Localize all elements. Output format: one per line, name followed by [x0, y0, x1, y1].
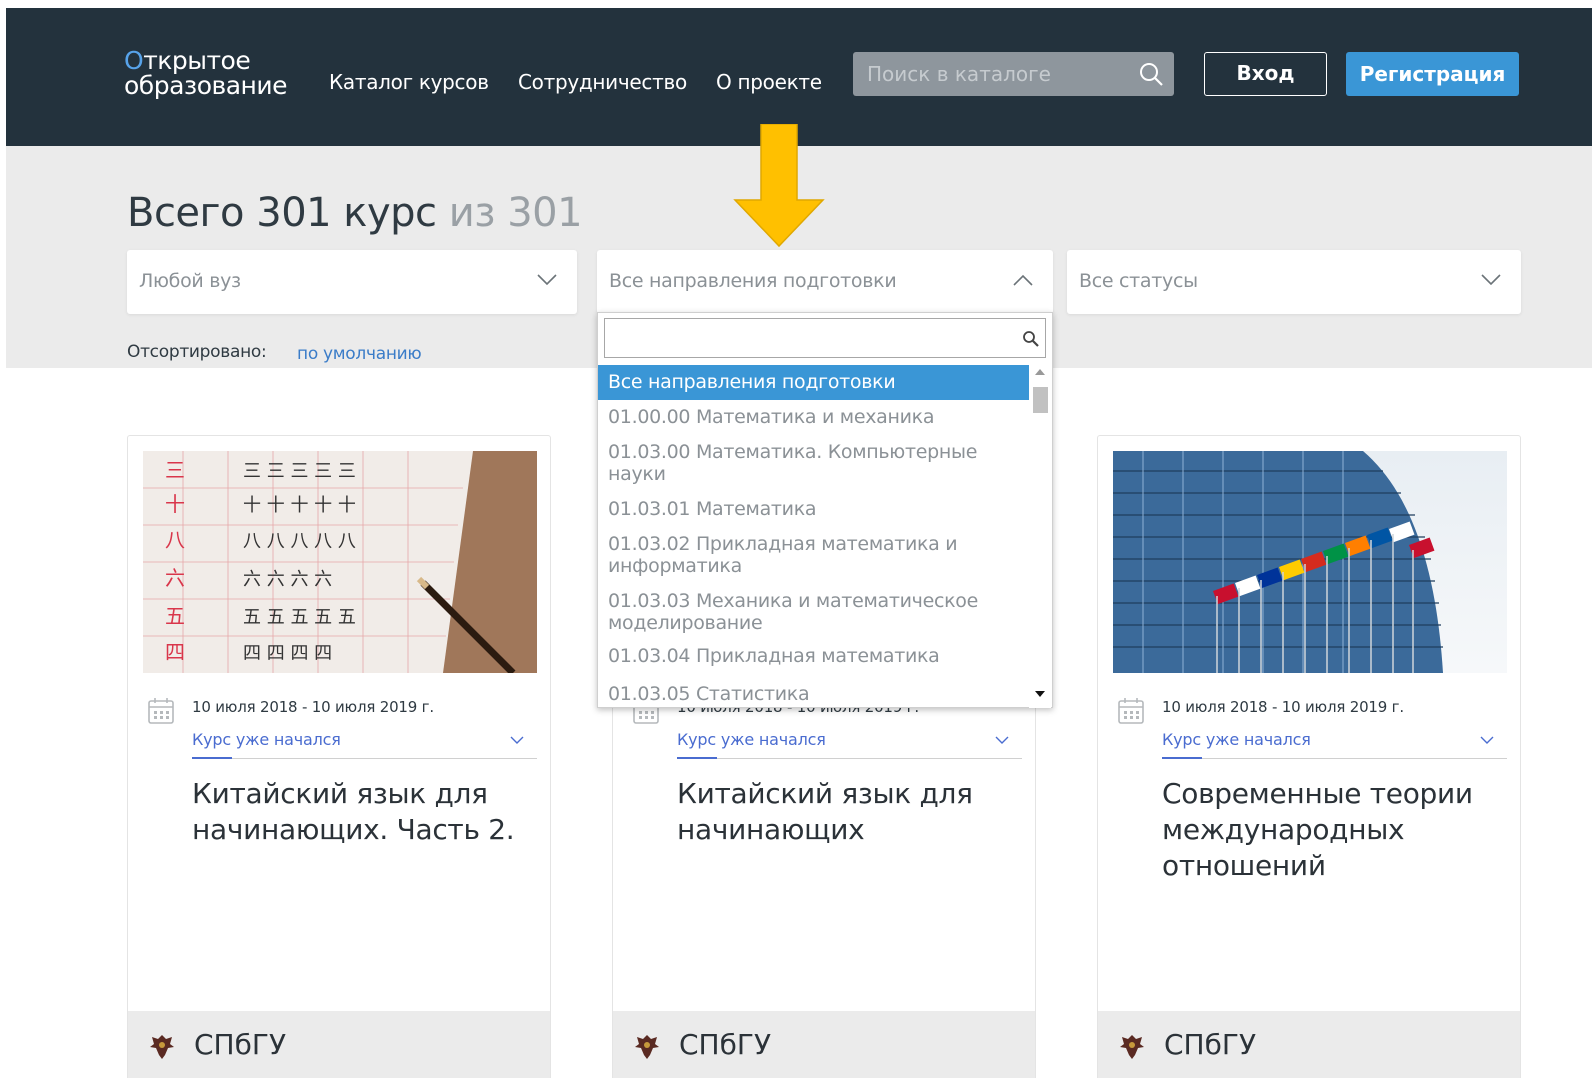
course-title[interactable]: Китайский язык для начинающих. Часть 2. [192, 776, 522, 848]
university-filter-value: Любой вуз [139, 270, 241, 292]
chevron-up-icon [1013, 274, 1033, 286]
dropdown-scrollbar[interactable] [1029, 365, 1051, 708]
scroll-down-arrow-icon[interactable] [1035, 691, 1045, 697]
university-emblem-icon [150, 1035, 174, 1059]
option-01-03-01[interactable]: 01.03.01 Математика [598, 492, 1029, 527]
course-dates: 10 июля 2018 - 10 июля 2019 г. [192, 698, 434, 716]
nav-cooperation-link[interactable]: Сотрудничество [518, 70, 687, 94]
course-footer: СПбГУ [128, 1011, 550, 1078]
svg-text:八: 八 [165, 528, 185, 552]
course-card[interactable]: 三十八 六五四 三 三 三 三 三 十 十 十 十 十 八 八 八 八 八 六 … [127, 435, 551, 1078]
option-01-00-00[interactable]: 01.00.00 Математика и механика [598, 400, 1029, 435]
course-card[interactable]: 10 июля 2018 - 10 июля 2019 г. Курс уже … [1097, 435, 1521, 1078]
direction-filter[interactable]: Все направления подготовки [597, 250, 1053, 314]
option-all-directions[interactable]: Все направления подготовки [598, 365, 1029, 400]
svg-text:五: 五 [165, 604, 185, 628]
sort-option-link[interactable]: по умолчанию [297, 344, 422, 364]
catalog-search-input[interactable] [853, 52, 1133, 96]
sort-label: Отсортировано: [127, 342, 267, 362]
course-image-chinese-practice: 三十八 六五四 三 三 三 三 三 十 十 十 十 十 八 八 八 八 八 六 … [143, 451, 537, 673]
dropdown-search [604, 318, 1046, 358]
nav-catalog-link[interactable]: Каталог курсов [329, 70, 489, 94]
chevron-down-icon[interactable] [995, 736, 1009, 745]
svg-text:六: 六 [165, 566, 185, 590]
scrollbar-thumb[interactable] [1033, 387, 1048, 413]
svg-text:十: 十 [165, 492, 185, 516]
svg-text:六 六 六 六: 六 六 六 六 [243, 569, 332, 590]
chevron-down-icon[interactable] [510, 736, 524, 745]
svg-text:八 八 八 八 八: 八 八 八 八 八 [243, 531, 356, 552]
university-filter[interactable]: Любой вуз [127, 250, 577, 314]
svg-text:三: 三 [165, 458, 185, 482]
nav-about-link[interactable]: О проекте [716, 70, 822, 94]
course-status[interactable]: Курс уже начался [1162, 730, 1311, 749]
status-divider [677, 758, 1022, 759]
svg-text:三 三 三 三 三: 三 三 三 三 三 [243, 461, 356, 482]
status-divider-accent [1162, 757, 1202, 759]
course-status[interactable]: Курс уже начался [677, 730, 826, 749]
university-name: СПбГУ [679, 1028, 772, 1061]
page: Открытое образование Каталог курсов Сотр… [0, 0, 1592, 1078]
course-footer: СПбГУ [613, 1011, 1035, 1078]
svg-text:四 四 四 四: 四 四 四 四 [243, 643, 332, 664]
calendar-icon [148, 698, 174, 724]
annotation-arrow-down-icon [733, 124, 825, 248]
course-count-heading: Всего 301 курс из 301 [127, 188, 583, 238]
chevron-down-icon[interactable] [1480, 736, 1494, 745]
course-title[interactable]: Китайский язык для начинающих [677, 776, 1007, 848]
option-01-03-04[interactable]: 01.03.04 Прикладная математика [598, 639, 1029, 674]
catalog-search [853, 52, 1174, 96]
register-button[interactable]: Регистрация [1346, 52, 1519, 96]
university-name: СПбГУ [194, 1028, 287, 1061]
svg-text:十 十 十 十 十: 十 十 十 十 十 [243, 495, 356, 516]
course-count-total: Всего 301 курс [127, 190, 437, 236]
chevron-down-icon [1481, 274, 1501, 286]
university-emblem-icon [635, 1035, 659, 1059]
option-01-03-00[interactable]: 01.03.00 Математика. Компьютерные науки [598, 435, 1029, 492]
university-emblem-icon [1120, 1035, 1144, 1059]
option-01-03-03[interactable]: 01.03.03 Механика и математическое модел… [598, 584, 1029, 641]
course-footer: СПбГУ [1098, 1011, 1520, 1078]
status-divider [1162, 758, 1507, 759]
search-icon [1023, 331, 1039, 347]
course-image-parliament-flags [1113, 451, 1507, 673]
option-01-03-02[interactable]: 01.03.02 Прикладная математика и информа… [598, 527, 1029, 584]
calendar-icon [1118, 698, 1144, 724]
scroll-up-arrow-icon[interactable] [1035, 369, 1045, 375]
svg-text:五 五 五 五 五: 五 五 五 五 五 [243, 607, 356, 628]
course-count-of: из 301 [436, 190, 583, 236]
direction-filter-value: Все направления подготовки [609, 270, 897, 292]
svg-text:四: 四 [165, 640, 185, 664]
logo-line2: образование [124, 71, 288, 100]
dropdown-search-input[interactable] [605, 319, 1013, 357]
status-filter[interactable]: Все статусы [1067, 250, 1521, 314]
direction-dropdown-panel: Все направления подготовки 01.00.00 Матем… [597, 312, 1053, 708]
chevron-down-icon [537, 274, 557, 286]
course-dates: 10 июля 2018 - 10 июля 2019 г. [1162, 698, 1404, 716]
site-logo[interactable]: Открытое образование [124, 48, 288, 100]
option-01-03-05[interactable]: 01.03.05 Статистика [598, 677, 1029, 708]
status-divider-accent [192, 757, 232, 759]
university-name: СПбГУ [1164, 1028, 1257, 1061]
course-title[interactable]: Современные теории международных отношен… [1162, 776, 1492, 884]
dropdown-options-list: Все направления подготовки 01.00.00 Матем… [598, 365, 1029, 708]
status-divider [192, 758, 537, 759]
status-divider-accent [677, 757, 717, 759]
login-button[interactable]: Вход [1204, 52, 1327, 96]
course-status[interactable]: Курс уже начался [192, 730, 341, 749]
search-icon[interactable] [1138, 61, 1164, 87]
status-filter-value: Все статусы [1079, 270, 1198, 292]
